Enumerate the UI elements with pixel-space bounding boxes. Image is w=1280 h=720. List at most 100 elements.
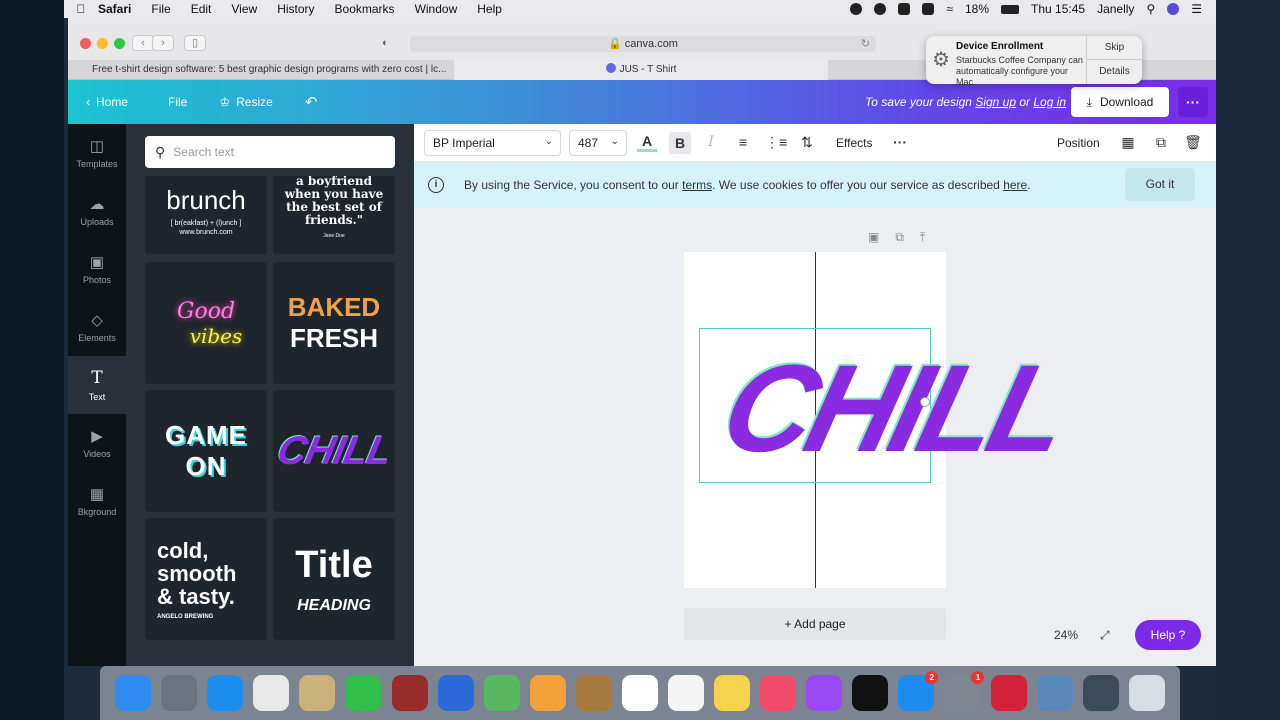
undo-icon[interactable]: ↶ (305, 93, 318, 111)
log-in-link[interactable]: Log in (1033, 95, 1066, 109)
rail-item-videos[interactable]: ▶ Videos (68, 414, 126, 472)
more-options-button[interactable]: ··· (1178, 87, 1208, 117)
trash-icon[interactable] (1128, 675, 1165, 711)
facetime-icon[interactable] (345, 675, 382, 711)
page-add-icon[interactable]: ⤒ (920, 230, 925, 245)
notes-brown-icon[interactable] (575, 675, 612, 711)
sign-up-link[interactable]: Sign up (975, 95, 1016, 109)
menu-view[interactable]: View (231, 2, 257, 16)
menu-help[interactable]: Help (477, 2, 502, 16)
forward-button[interactable]: › (152, 35, 174, 51)
template-cold-smooth[interactable]: cold, smooth & tasty. ANGELO BREWING (145, 518, 267, 640)
bold-icon[interactable]: B (669, 132, 691, 154)
chill-text-element[interactable]: CHILL (708, 334, 1078, 484)
font-size-select[interactable]: 487 ⌄ (569, 130, 627, 156)
appstore-icon[interactable]: 2 (898, 671, 939, 711)
file-menu-button[interactable]: File (168, 95, 187, 109)
calendar-icon[interactable] (621, 675, 658, 711)
zoom-level[interactable]: 24% (1054, 628, 1078, 642)
sidebar-toggle-icon[interactable]: ▯ (184, 35, 206, 51)
search-input[interactable]: ⚲ Search text (145, 136, 395, 168)
tab-canva-design[interactable]: JUS - T Shirt (454, 60, 828, 80)
record-icon[interactable] (850, 3, 863, 15)
display-icon[interactable] (922, 3, 935, 15)
image-capture-icon[interactable] (1036, 675, 1073, 711)
clock[interactable]: Thu 15:45 (1031, 2, 1085, 16)
template-baked-fresh[interactable]: BAKED FRESH (273, 262, 395, 384)
creative-cloud-icon[interactable] (990, 675, 1027, 711)
dictionary-icon[interactable] (391, 675, 428, 711)
menu-edit[interactable]: Edit (191, 2, 212, 16)
creative-cloud-status-icon[interactable] (874, 3, 887, 15)
position-button[interactable]: Position (1057, 136, 1100, 150)
page-duplicate-icon[interactable]: ⧉ (895, 230, 904, 245)
fullscreen-icon[interactable]: ⤢ (1100, 628, 1110, 643)
rail-item-photos[interactable]: ▣ Photos (68, 240, 126, 298)
battery-percent[interactable]: 18% (965, 2, 989, 16)
italic-icon[interactable]: I (701, 134, 721, 150)
help-button[interactable]: Help ? (1135, 620, 1201, 650)
effects-button[interactable]: Effects (836, 136, 872, 150)
align-center-icon[interactable]: ≡ (733, 134, 753, 150)
resize-button[interactable]: ♔ Resize (219, 95, 272, 109)
teams-icon[interactable] (437, 675, 474, 711)
here-link[interactable]: here (1003, 178, 1027, 192)
settings-icon[interactable]: 1 (944, 671, 985, 711)
got-it-button[interactable]: Got it (1125, 168, 1195, 201)
wifi-icon[interactable]: ≈ (946, 2, 953, 16)
music-icon[interactable] (760, 675, 797, 711)
skip-button[interactable]: Skip (1087, 36, 1142, 60)
more-toolbar-icon[interactable]: ··· (890, 134, 910, 150)
battery-icon[interactable] (1001, 4, 1020, 14)
spacing-icon[interactable]: ⇅ (797, 134, 817, 151)
maps-icon[interactable] (483, 675, 520, 711)
tv-icon[interactable] (852, 675, 889, 711)
address-bar[interactable]: 🔒 canva.com ↻ (410, 36, 876, 52)
chrome-icon[interactable] (253, 675, 290, 711)
template-good-vibes[interactable]: Good vibes (145, 262, 267, 384)
control-center-icon[interactable]: ☰ (1191, 2, 1202, 16)
download-button[interactable]: ⤓ Download (1071, 87, 1169, 117)
rail-item-text[interactable]: T Text (68, 356, 126, 414)
menu-history[interactable]: History (277, 2, 314, 16)
font-family-select[interactable]: BP Imperial ⌄ (424, 130, 561, 156)
notes-icon[interactable] (714, 675, 751, 711)
delete-icon[interactable]: 🗑 (1183, 134, 1203, 151)
add-page-button[interactable]: + Add page (684, 608, 946, 640)
minimize-window-button[interactable] (97, 38, 108, 49)
details-button[interactable]: Details (1087, 60, 1142, 84)
menu-window[interactable]: Window (415, 2, 458, 16)
close-window-button[interactable] (80, 38, 91, 49)
template-title-heading[interactable]: Title HEADING (273, 518, 395, 640)
rail-item-uploads[interactable]: ☁ Uploads (68, 182, 126, 240)
duplicate-icon[interactable]: ⧉ (1151, 134, 1171, 151)
podcasts-icon[interactable] (806, 675, 843, 711)
terms-link[interactable]: terms (682, 178, 712, 192)
launchpad-icon[interactable] (161, 675, 198, 711)
tab-tshirt-article[interactable]: Free t-shirt design software: 5 best gra… (68, 60, 454, 80)
rail-item-elements[interactable]: ◇ Elements (68, 298, 126, 356)
menu-app-name[interactable]: Safari (98, 2, 131, 16)
rail-item-templates[interactable]: ◫ Templates (68, 124, 126, 182)
list-icon[interactable]: ⋮≡ (765, 134, 787, 151)
reload-icon[interactable]: ↻ (861, 36, 870, 52)
reminders-icon[interactable] (667, 675, 704, 711)
quicktime-icon[interactable] (1082, 675, 1119, 711)
mail-status-icon[interactable] (898, 3, 911, 15)
zoom-window-button[interactable] (114, 38, 125, 49)
preview-icon[interactable] (299, 675, 336, 711)
back-button[interactable]: ‹ (132, 35, 154, 51)
design-page[interactable]: CHILL (684, 252, 1079, 588)
rail-item-background[interactable]: ▦ Bkground (68, 472, 126, 530)
template-chill[interactable]: CHILL (273, 390, 395, 512)
safari-icon[interactable] (207, 675, 244, 711)
siri-icon[interactable] (1167, 3, 1180, 15)
finder-icon[interactable] (115, 675, 152, 711)
resize-handle[interactable] (920, 397, 930, 407)
menu-file[interactable]: File (151, 2, 170, 16)
page-notes-icon[interactable]: ▣ (868, 230, 879, 245)
spotlight-icon[interactable]: ⚲ (1146, 2, 1155, 16)
home-button[interactable]: ‹ Home (86, 95, 128, 109)
text-color-icon[interactable]: A (637, 132, 657, 152)
photos-icon[interactable] (529, 675, 566, 711)
